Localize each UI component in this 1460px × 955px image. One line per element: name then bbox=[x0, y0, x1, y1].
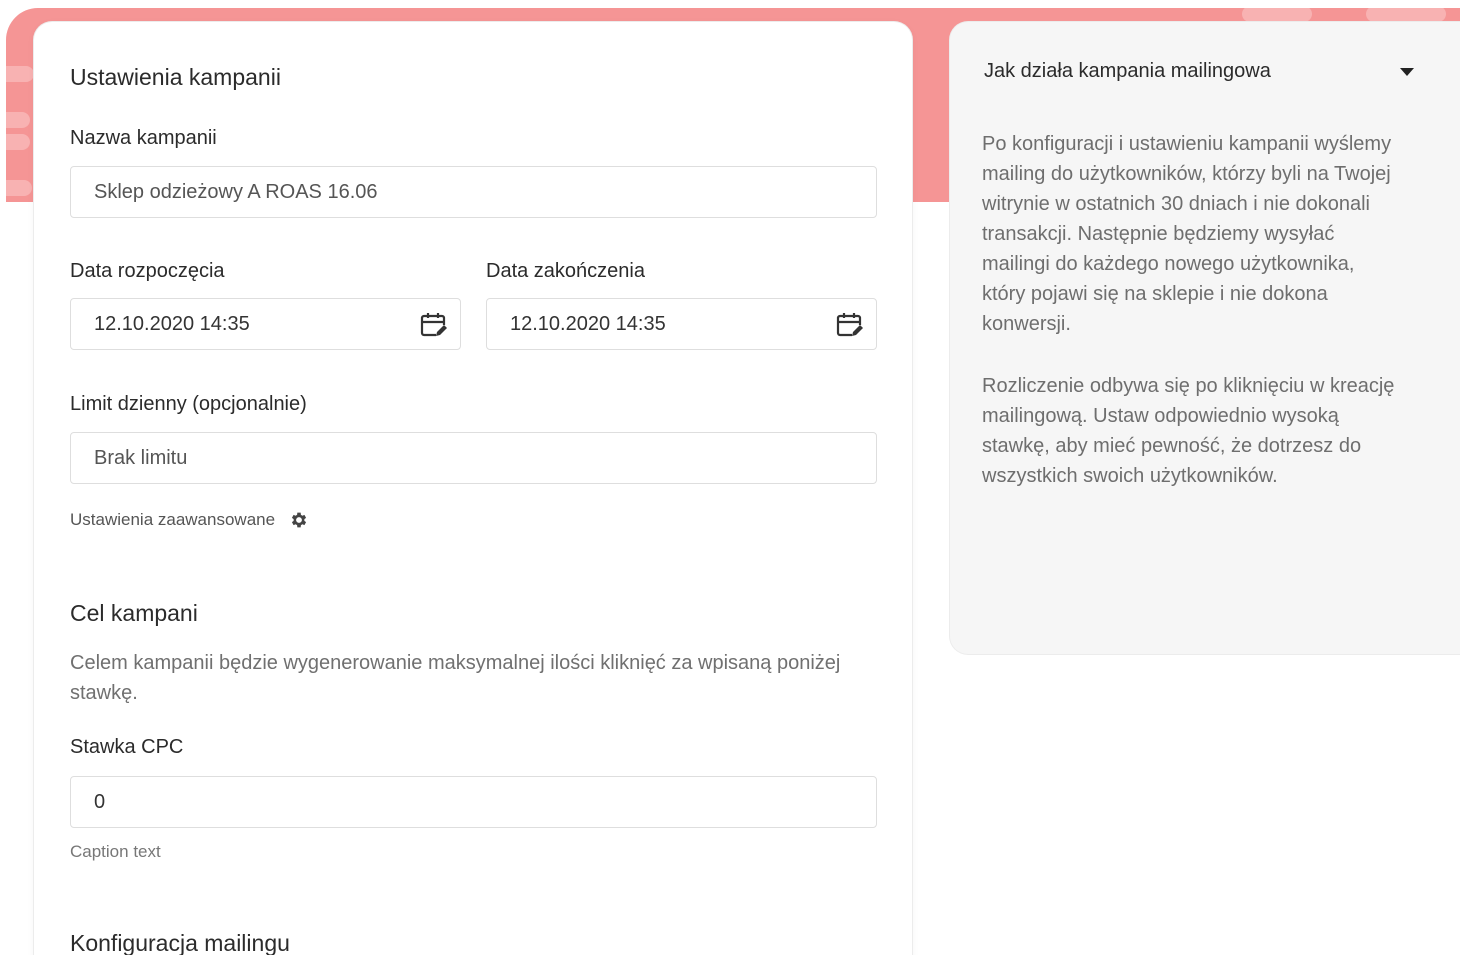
info-paragraph-2: Rozliczenie odbywa się po kliknięciu w k… bbox=[982, 375, 1395, 487]
start-date-label: Data rozpoczęcia bbox=[70, 260, 225, 282]
settings-title: Ustawienia kampanii bbox=[70, 64, 281, 90]
cpc-caption: Caption text bbox=[70, 842, 161, 861]
advanced-settings-toggle[interactable]: Ustawienia zaawansowane bbox=[70, 510, 309, 530]
info-accordion-header[interactable]: Jak działa kampania mailingowa bbox=[984, 60, 1444, 83]
cpc-label: Stawka CPC bbox=[70, 736, 184, 758]
mailing-config-title: Konfiguracja mailingu bbox=[70, 930, 290, 955]
start-date-value: 12.10.2020 14:35 bbox=[94, 313, 250, 335]
cpc-input[interactable]: 0 bbox=[70, 776, 877, 828]
start-date-input[interactable]: 12.10.2020 14:35 bbox=[70, 298, 461, 350]
caret-down-icon[interactable] bbox=[1400, 67, 1414, 76]
info-panel: Jak działa kampania mailingowa Po konfig… bbox=[950, 22, 1460, 654]
goal-title: Cel kampani bbox=[70, 600, 198, 626]
calendar-edit-icon[interactable] bbox=[420, 311, 448, 339]
daily-limit-input[interactable]: Brak limitu bbox=[70, 432, 877, 484]
campaign-name-label: Nazwa kampanii bbox=[70, 127, 217, 149]
end-date-input[interactable]: 12.10.2020 14:35 bbox=[486, 298, 877, 350]
page: Ustawienia kampanii Nazwa kampanii Sklep… bbox=[0, 0, 1460, 955]
campaign-settings-card: Ustawienia kampanii Nazwa kampanii Sklep… bbox=[34, 22, 912, 955]
gear-icon bbox=[291, 512, 307, 528]
info-paragraph-1: Po konfiguracji i ustawieniu kampanii wy… bbox=[982, 133, 1392, 335]
advanced-settings-label: Ustawienia zaawansowane bbox=[70, 510, 276, 529]
info-title: Jak działa kampania mailingowa bbox=[984, 60, 1271, 82]
end-date-label: Data zakończenia bbox=[486, 260, 645, 282]
campaign-name-input[interactable]: Sklep odzieżowy A ROAS 16.06 bbox=[70, 166, 877, 218]
end-date-value: 12.10.2020 14:35 bbox=[510, 313, 666, 335]
goal-description: Celem kampanii będzie wygenerowanie maks… bbox=[70, 652, 841, 704]
calendar-edit-icon[interactable] bbox=[836, 311, 864, 339]
daily-limit-label: Limit dzienny (opcjonalnie) bbox=[70, 393, 307, 415]
